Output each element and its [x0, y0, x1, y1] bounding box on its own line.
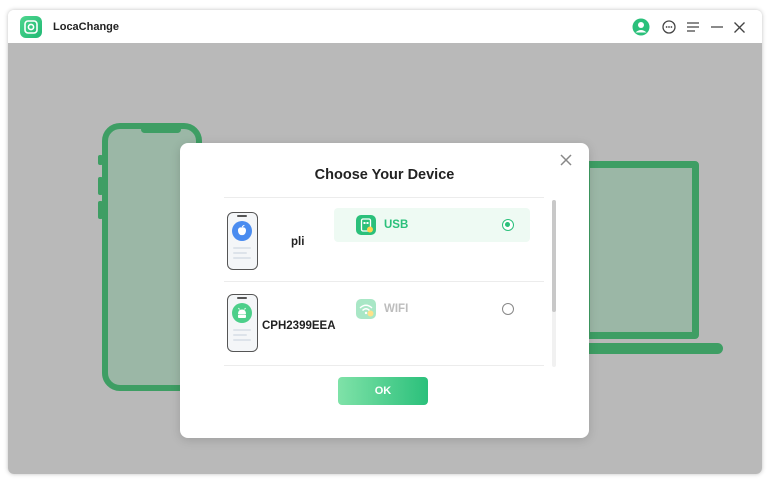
wifi-icon: [356, 299, 376, 319]
device-row[interactable]: pli USB: [224, 197, 544, 281]
dialog-close-icon[interactable]: [559, 153, 573, 167]
phone-illustration-button: [98, 177, 103, 195]
app-window: LocaChange Choose Your Device pli USB CP…: [8, 10, 762, 474]
phone-illustration-notch: [141, 126, 181, 133]
location-pin-icon: [20, 16, 42, 38]
avatar-icon[interactable]: [632, 18, 650, 36]
device-list: pli USB CPH2399EEA WIFI: [224, 197, 544, 367]
ok-button[interactable]: OK: [338, 377, 428, 405]
divider: [224, 365, 544, 366]
close-icon[interactable]: [730, 18, 748, 36]
minimize-icon[interactable]: [708, 18, 726, 36]
apple-icon: [232, 221, 252, 241]
laptop-illustration-base: [583, 343, 723, 354]
connection-radio[interactable]: [502, 303, 514, 315]
device-phone-image: [227, 212, 258, 270]
usb-icon: [356, 215, 376, 235]
chat-icon[interactable]: [660, 18, 678, 36]
device-phone-image: [227, 294, 258, 352]
phone-illustration-button: [98, 201, 103, 219]
connection-label: WIFI: [384, 303, 409, 315]
connection-label: USB: [384, 219, 409, 231]
dialog-title: Choose Your Device: [314, 167, 455, 183]
choose-device-dialog: Choose Your Device pli USB CPH2399EEA WI…: [180, 143, 589, 438]
connection-option-wifi[interactable]: WIFI: [334, 292, 530, 326]
laptop-illustration: [583, 161, 699, 339]
device-name: pli: [291, 236, 305, 248]
phone-illustration-button: [98, 155, 103, 165]
scrollbar-thumb[interactable]: [552, 200, 556, 312]
connection-radio[interactable]: [502, 219, 514, 231]
menu-icon[interactable]: [684, 18, 702, 36]
android-icon: [232, 303, 252, 323]
titlebar: LocaChange: [8, 10, 762, 43]
device-name: CPH2399EEA: [262, 320, 336, 332]
app-title: LocaChange: [53, 21, 120, 33]
content-area: Choose Your Device pli USB CPH2399EEA WI…: [8, 43, 762, 474]
connection-option-usb[interactable]: USB: [334, 208, 530, 242]
device-row[interactable]: CPH2399EEA WIFI: [224, 281, 544, 365]
